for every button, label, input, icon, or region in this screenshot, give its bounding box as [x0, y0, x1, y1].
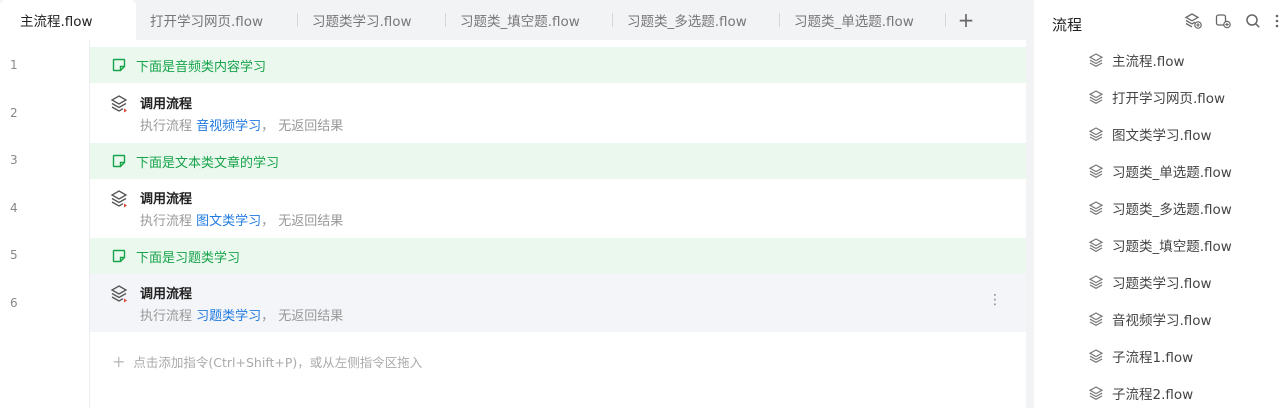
flow-list-item[interactable]: 音视频学习.flow — [1088, 309, 1212, 329]
search-icon[interactable] — [1244, 12, 1262, 30]
flow-list-item[interactable]: 习题类_多选题.flow — [1088, 198, 1232, 218]
tab-exercise-multi[interactable]: 习题类_多选题.flow — [613, 0, 780, 40]
note-icon — [112, 154, 126, 168]
command-title: 调用流程 — [140, 97, 193, 112]
desc-prefix: 执行流程 — [140, 119, 193, 134]
tab-separator — [945, 13, 946, 27]
import-flow-icon[interactable] — [1214, 12, 1232, 30]
flow-list-item[interactable]: 子流程1.flow — [1088, 346, 1193, 366]
layers-icon — [1088, 127, 1104, 141]
flow-list-item[interactable]: 主流程.flow — [1088, 50, 1185, 70]
flow-item-label: 子流程1.flow — [1112, 350, 1194, 366]
flow-item-label: 主流程.flow — [1112, 54, 1185, 70]
flow-item-label: 习题类_单选题.flow — [1112, 165, 1232, 181]
flow-item-label: 打开学习网页.flow — [1112, 91, 1226, 107]
tab-label: 打开学习网页.flow — [150, 14, 264, 30]
desc-prefix: 执行流程 — [140, 214, 193, 229]
flow-list-item[interactable]: 图文类学习.flow — [1088, 124, 1212, 144]
plus-icon: + — [112, 352, 126, 371]
plus-icon: + — [957, 8, 975, 32]
tab-label: 习题类_填空题.flow — [460, 14, 580, 30]
layers-icon — [1088, 349, 1104, 363]
command-description: 执行流程 图文类学习， 无返回结果 — [140, 210, 343, 229]
tab-exercise-fill[interactable]: 习题类_填空题.flow — [446, 0, 613, 40]
flow-item-label: 音视频学习.flow — [1112, 313, 1212, 329]
flow-list-item[interactable]: 习题类_填空题.flow — [1088, 235, 1232, 255]
note-icon — [112, 58, 126, 72]
flow-editor: 1 2 3 4 5 6 下面是音频类内容学习 调用流程 执行流程 音视频学习， … — [0, 40, 1026, 408]
new-flow-icon[interactable] — [1184, 12, 1202, 30]
layers-flow-icon — [110, 189, 130, 209]
flow-link[interactable]: 习题类学习 — [196, 309, 261, 324]
tab-label: 主流程.flow — [20, 14, 93, 30]
tab-label: 习题类学习.flow — [312, 14, 412, 30]
layers-icon — [1088, 386, 1104, 400]
app-window: 主流程.flow 打开学习网页.flow 习题类学习.flow 习题类_填空题.… — [0, 0, 1280, 408]
comment-row[interactable]: 下面是习题类学习 — [90, 238, 1026, 274]
layers-icon — [1088, 312, 1104, 326]
flow-list-item[interactable]: 子流程2.flow — [1088, 383, 1193, 403]
layers-icon — [1088, 201, 1104, 215]
more-vertical-icon[interactable] — [1274, 12, 1280, 30]
layers-icon — [1088, 238, 1104, 252]
comment-text: 下面是习题类学习 — [136, 250, 241, 266]
command-description: 执行流程 音视频学习， 无返回结果 — [140, 115, 343, 134]
call-flow-row[interactable]: 调用流程 执行流程 音视频学习， 无返回结果 — [90, 84, 1026, 142]
tab-label: 习题类_单选题.flow — [794, 14, 914, 30]
line-number: 4 — [10, 201, 18, 215]
flow-item-label: 习题类_填空题.flow — [1112, 239, 1232, 255]
add-command-text: 点击添加指令(Ctrl+Shift+P)，或从左侧指令区拖入 — [133, 355, 423, 370]
desc-suffix: ， 无返回结果 — [261, 309, 344, 324]
add-command-hint[interactable]: + 点击添加指令(Ctrl+Shift+P)，或从左侧指令区拖入 — [112, 352, 422, 371]
comment-row[interactable]: 下面是音频类内容学习 — [90, 47, 1026, 83]
flow-list-item[interactable]: 打开学习网页.flow — [1088, 87, 1225, 107]
flow-item-label: 子流程2.flow — [1112, 387, 1194, 403]
command-title: 调用流程 — [140, 192, 193, 207]
flow-item-label: 图文类学习.flow — [1112, 128, 1212, 144]
note-icon — [112, 249, 126, 263]
layers-flow-icon — [110, 284, 130, 304]
line-number: 6 — [10, 296, 18, 310]
tab-exercise-single[interactable]: 习题类_单选题.flow — [780, 0, 946, 40]
flow-link[interactable]: 图文类学习 — [196, 214, 261, 229]
flow-item-label: 习题类学习.flow — [1112, 276, 1212, 292]
layers-icon — [1088, 90, 1104, 104]
desc-prefix: 执行流程 — [140, 309, 193, 324]
command-title: 调用流程 — [140, 287, 193, 302]
tab-open-study-page[interactable]: 打开学习网页.flow — [136, 0, 298, 40]
layers-icon — [1088, 275, 1104, 289]
tab-bar: 主流程.flow 打开学习网页.flow 习题类学习.flow 习题类_填空题.… — [0, 0, 1026, 40]
call-flow-row[interactable]: 调用流程 执行流程 图文类学习， 无返回结果 — [90, 179, 1026, 237]
command-description: 执行流程 习题类学习， 无返回结果 — [140, 305, 343, 324]
add-tab-button[interactable]: + — [946, 0, 986, 40]
layers-icon — [1088, 164, 1104, 178]
more-options-icon[interactable]: ⋮ — [988, 292, 1002, 308]
line-number: 5 — [10, 248, 18, 262]
flow-item-label: 习题类_多选题.flow — [1112, 202, 1232, 218]
line-number: 3 — [10, 153, 18, 167]
comment-text: 下面是音频类内容学习 — [136, 59, 267, 75]
line-number: 1 — [10, 58, 18, 72]
flow-list-item[interactable]: 习题类_单选题.flow — [1088, 161, 1232, 181]
line-number-gutter: 1 2 3 4 5 6 — [0, 40, 90, 408]
panel-toolbar — [1184, 12, 1280, 30]
layers-flow-icon — [110, 94, 130, 114]
comment-row[interactable]: 下面是文本类文章的学习 — [90, 143, 1026, 179]
tab-label: 习题类_多选题.flow — [627, 14, 747, 30]
desc-suffix: ， 无返回结果 — [261, 119, 344, 134]
flow-list-item[interactable]: 习题类学习.flow — [1088, 272, 1212, 292]
comment-text: 下面是文本类文章的学习 — [136, 155, 280, 171]
call-flow-row[interactable]: 调用流程 执行流程 习题类学习， 无返回结果 ⋮ — [90, 274, 1026, 332]
desc-suffix: ， 无返回结果 — [261, 214, 344, 229]
line-number: 2 — [10, 106, 18, 120]
tab-main-flow[interactable]: 主流程.flow — [0, 0, 136, 40]
panel-title: 流程 — [1052, 16, 1083, 34]
tab-exercise-study[interactable]: 习题类学习.flow — [298, 0, 446, 40]
layers-icon — [1088, 53, 1104, 67]
flow-panel: 流程 主流程.flow 打开学习网页.flow 图文类学习.flow 习题类_单… — [1034, 0, 1280, 408]
flow-link[interactable]: 音视频学习 — [196, 119, 261, 134]
